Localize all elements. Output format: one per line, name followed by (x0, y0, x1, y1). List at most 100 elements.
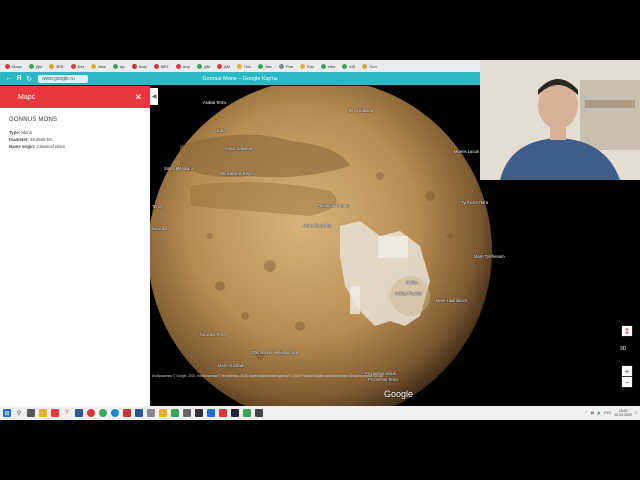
camera-icon[interactable] (183, 409, 191, 417)
tab-label: Мос (98, 63, 106, 69)
tab-label: Марс (12, 63, 22, 69)
tab-favicon-icon (28, 63, 34, 69)
detail-key: Type: (9, 130, 21, 135)
map-label: Arabia Terra (203, 100, 226, 105)
tab-label: Ар (119, 63, 125, 69)
browser-tab[interactable]: ДМ (194, 61, 213, 71)
detail-name-origin: Name origin: Classical Islam (9, 144, 150, 149)
browser-tab[interactable]: Ар (110, 61, 128, 71)
app-icon[interactable] (147, 409, 155, 417)
browser-tab[interactable]: ДМ (26, 61, 45, 71)
yandex-icon[interactable]: Y (63, 409, 71, 417)
browser-tab[interactable]: Gov (297, 61, 317, 71)
app-icon[interactable] (135, 409, 143, 417)
app-icon[interactable] (159, 409, 167, 417)
browser-tab[interactable]: Пол (359, 61, 379, 71)
tab-favicon-icon (131, 63, 137, 69)
tab-label: Ипо (328, 63, 336, 69)
tab-favicon-icon (216, 63, 222, 69)
collapse-panel-button[interactable]: ◀ (150, 88, 158, 105)
yandex-logo-icon[interactable]: Я (14, 75, 24, 82)
info-panel: Марс ✕ GONNUS MONS Type: Mons Diameter: … (0, 86, 150, 406)
browser-tab[interactable]: Без (68, 61, 88, 71)
planet-title: Марс (18, 93, 36, 101)
network-icon[interactable]: ▤ (591, 411, 594, 415)
tab-label: Без (77, 63, 85, 69)
browser-tab[interactable]: Ров (276, 61, 296, 71)
tab-favicon-icon (91, 63, 97, 69)
map-label: Noachis Terra (200, 332, 226, 337)
map-label: Pandorae Fretum (317, 203, 350, 208)
tab-label: Апр (182, 63, 190, 69)
file-explorer-icon[interactable] (39, 409, 47, 417)
browser-tab[interactable]: Ипо (318, 61, 338, 71)
yandex-browser-icon[interactable] (51, 409, 59, 417)
tab-label: Коф (138, 63, 147, 69)
zoom-out-button[interactable]: − (622, 377, 632, 387)
tab-favicon-icon (299, 63, 305, 69)
tab-favicon-icon (112, 63, 118, 69)
map-label: Noachis (152, 226, 168, 231)
clock[interactable]: 15:00 02.09.2020 (614, 409, 632, 417)
clock-date: 02.09.2020 (614, 413, 632, 417)
compass-icon[interactable]: ⇕ (622, 326, 632, 336)
address-bar[interactable]: www.google.ru (38, 74, 88, 83)
browser-tab[interactable]: ДМ (214, 61, 233, 71)
browser-tab-bar: Марс ДМ ЗЕЕ Без Мос Ар Коф МЕГ Апр ДМ ДМ Пол Ват Ров G… (0, 60, 480, 72)
tab-label: Ват (265, 63, 272, 69)
app-icon[interactable] (243, 409, 251, 417)
word-icon[interactable] (75, 409, 83, 417)
steam-icon[interactable] (231, 409, 239, 417)
map-label: Hellas Planitia (395, 291, 422, 296)
map-label: Terra (152, 204, 162, 209)
windows-start-icon[interactable]: ⊞ (3, 409, 11, 417)
app-icon[interactable] (195, 409, 203, 417)
browser-tab[interactable]: Апр (173, 61, 193, 71)
close-icon[interactable]: ✕ (134, 92, 142, 103)
browser-tab[interactable]: Марс (2, 61, 25, 71)
chrome-icon[interactable] (99, 409, 107, 417)
view-3d-toggle[interactable]: 3D (620, 346, 626, 352)
browser-tab[interactable]: Мос (88, 61, 109, 71)
map-label: Sinus Sabaeus (225, 146, 254, 151)
browser-tab[interactable]: Коф (129, 61, 150, 71)
edge-icon[interactable] (111, 409, 119, 417)
tab-favicon-icon (70, 63, 76, 69)
browser-tab[interactable]: Ват (255, 61, 275, 71)
map-label: Eden (217, 128, 227, 133)
tab-favicon-icon (175, 63, 181, 69)
app-icon[interactable] (171, 409, 179, 417)
app-icon[interactable] (255, 409, 263, 417)
zoom-in-button[interactable]: + (622, 366, 632, 376)
reload-icon[interactable]: ↻ (24, 75, 34, 83)
search-icon[interactable]: ⚲ (15, 409, 23, 417)
browser-tab[interactable]: ЗЕЕ (46, 61, 67, 71)
map-label: Moeris Lacus (454, 149, 479, 154)
tab-favicon-icon (196, 63, 202, 69)
map-label: Terra Sabaea (348, 108, 374, 113)
tray-up-icon[interactable]: ⌃ (585, 411, 588, 415)
detail-value: Mons (20, 130, 32, 135)
info-panel-header: Марс ✕ (0, 86, 150, 108)
system-tray: ⌃ ▤ 🔈 РУС 15:00 02.09.2020 □ (585, 409, 637, 417)
app-icon[interactable] (219, 409, 227, 417)
language-indicator[interactable]: РУС (604, 411, 611, 415)
volume-icon[interactable]: 🔈 (597, 411, 601, 415)
browser-toolbar: ← Я ↻ www.google.ru Gonnus Mons – Google… (0, 72, 480, 85)
google-logo: Google (384, 389, 414, 399)
browser-tab[interactable]: МЕГ (151, 61, 172, 71)
notifications-icon[interactable]: □ (635, 411, 637, 415)
map-label: Mare Serpentis (303, 223, 332, 228)
app-icon[interactable] (207, 409, 215, 417)
app-icon[interactable] (123, 409, 131, 417)
windows-taskbar: ⊞ ⚲ Y ⌃ ▤ 🔈 РУС 15:00 02.09.2020 □ (0, 406, 640, 420)
tab-favicon-icon (48, 63, 54, 69)
back-icon[interactable]: ← (4, 75, 14, 82)
opera-icon[interactable] (87, 409, 95, 417)
browser-tab[interactable]: МЕ (339, 61, 358, 71)
detail-value: 49.3545 km (28, 137, 53, 142)
browser-tab[interactable]: Пол (234, 61, 254, 71)
map-label: Mare Hadriacum (436, 298, 467, 303)
task-view-icon[interactable] (27, 409, 35, 417)
map-attribution: Изображения © Google, 2020, Изображения … (152, 374, 383, 378)
